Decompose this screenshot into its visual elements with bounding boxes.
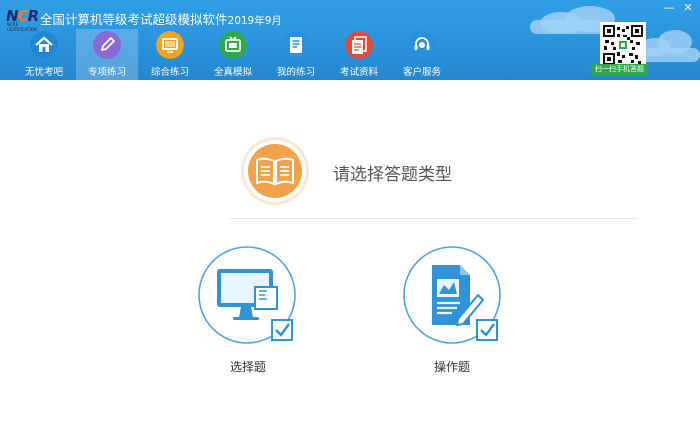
close-button[interactable]: ✕ xyxy=(680,2,696,14)
monitor-icon xyxy=(156,31,184,59)
main-content: 请选择答题类型 选择题 操作题 xyxy=(0,80,700,425)
headset-icon xyxy=(408,31,436,59)
nav-item-special-practice[interactable]: 专项练习 xyxy=(76,29,138,80)
home-icon xyxy=(30,31,58,59)
qr-pattern xyxy=(603,25,643,65)
app-title: 全国计算机等级考试超级模拟软件2019年9月 xyxy=(40,12,282,27)
nav-item-label: 客户服务 xyxy=(402,67,441,78)
minimize-button[interactable]: — xyxy=(661,2,677,14)
book-icon xyxy=(241,137,309,205)
divider xyxy=(230,218,638,219)
nav-item-label: 专项练习 xyxy=(87,67,126,78)
nav-item-full-simulation[interactable]: 全真模拟 xyxy=(202,29,264,80)
cloud-decoration xyxy=(530,20,610,34)
nav-item-my-practice[interactable]: 我的练习 xyxy=(265,29,327,80)
main-nav: 无忧考吧 专项练习 综合练习 全真模拟 我的练习 考试资料 客户服务 xyxy=(13,29,454,80)
app-logo: NCR NCRE CERTIFICATION xyxy=(6,7,39,32)
title-bar: NCR NCRE CERTIFICATION 全国计算机等级考试超级模拟软件20… xyxy=(0,0,700,80)
nav-item-label: 我的练习 xyxy=(276,67,315,78)
nav-item-home[interactable]: 无忧考吧 xyxy=(13,29,75,80)
nav-item-label: 全真模拟 xyxy=(213,67,252,78)
prompt-title: 请选择答题类型 xyxy=(333,165,452,185)
nav-item-comprehensive-practice[interactable]: 综合练习 xyxy=(139,29,201,80)
qr-badge: 扫一扫手机答题 xyxy=(591,64,648,75)
nav-item-label: 考试资料 xyxy=(339,67,378,78)
document-icon xyxy=(282,31,310,59)
nav-item-exam-materials[interactable]: 考试资料 xyxy=(328,29,390,80)
nav-item-label: 综合练习 xyxy=(150,67,189,78)
choice-label: 选择题 xyxy=(229,360,266,374)
choice-label: 操作题 xyxy=(433,360,470,374)
nav-item-customer-service[interactable]: 客户服务 xyxy=(391,29,453,80)
pencil-icon xyxy=(93,31,121,59)
qr-code xyxy=(600,22,646,68)
document-pen-icon xyxy=(403,246,501,344)
computer-checklist-icon xyxy=(198,246,296,344)
choice-button-multiple-choice[interactable] xyxy=(197,245,299,347)
files-icon xyxy=(345,31,373,59)
choice-button-operation[interactable] xyxy=(402,245,504,347)
nav-item-label: 无忧考吧 xyxy=(24,67,63,78)
tv-icon xyxy=(219,31,247,59)
